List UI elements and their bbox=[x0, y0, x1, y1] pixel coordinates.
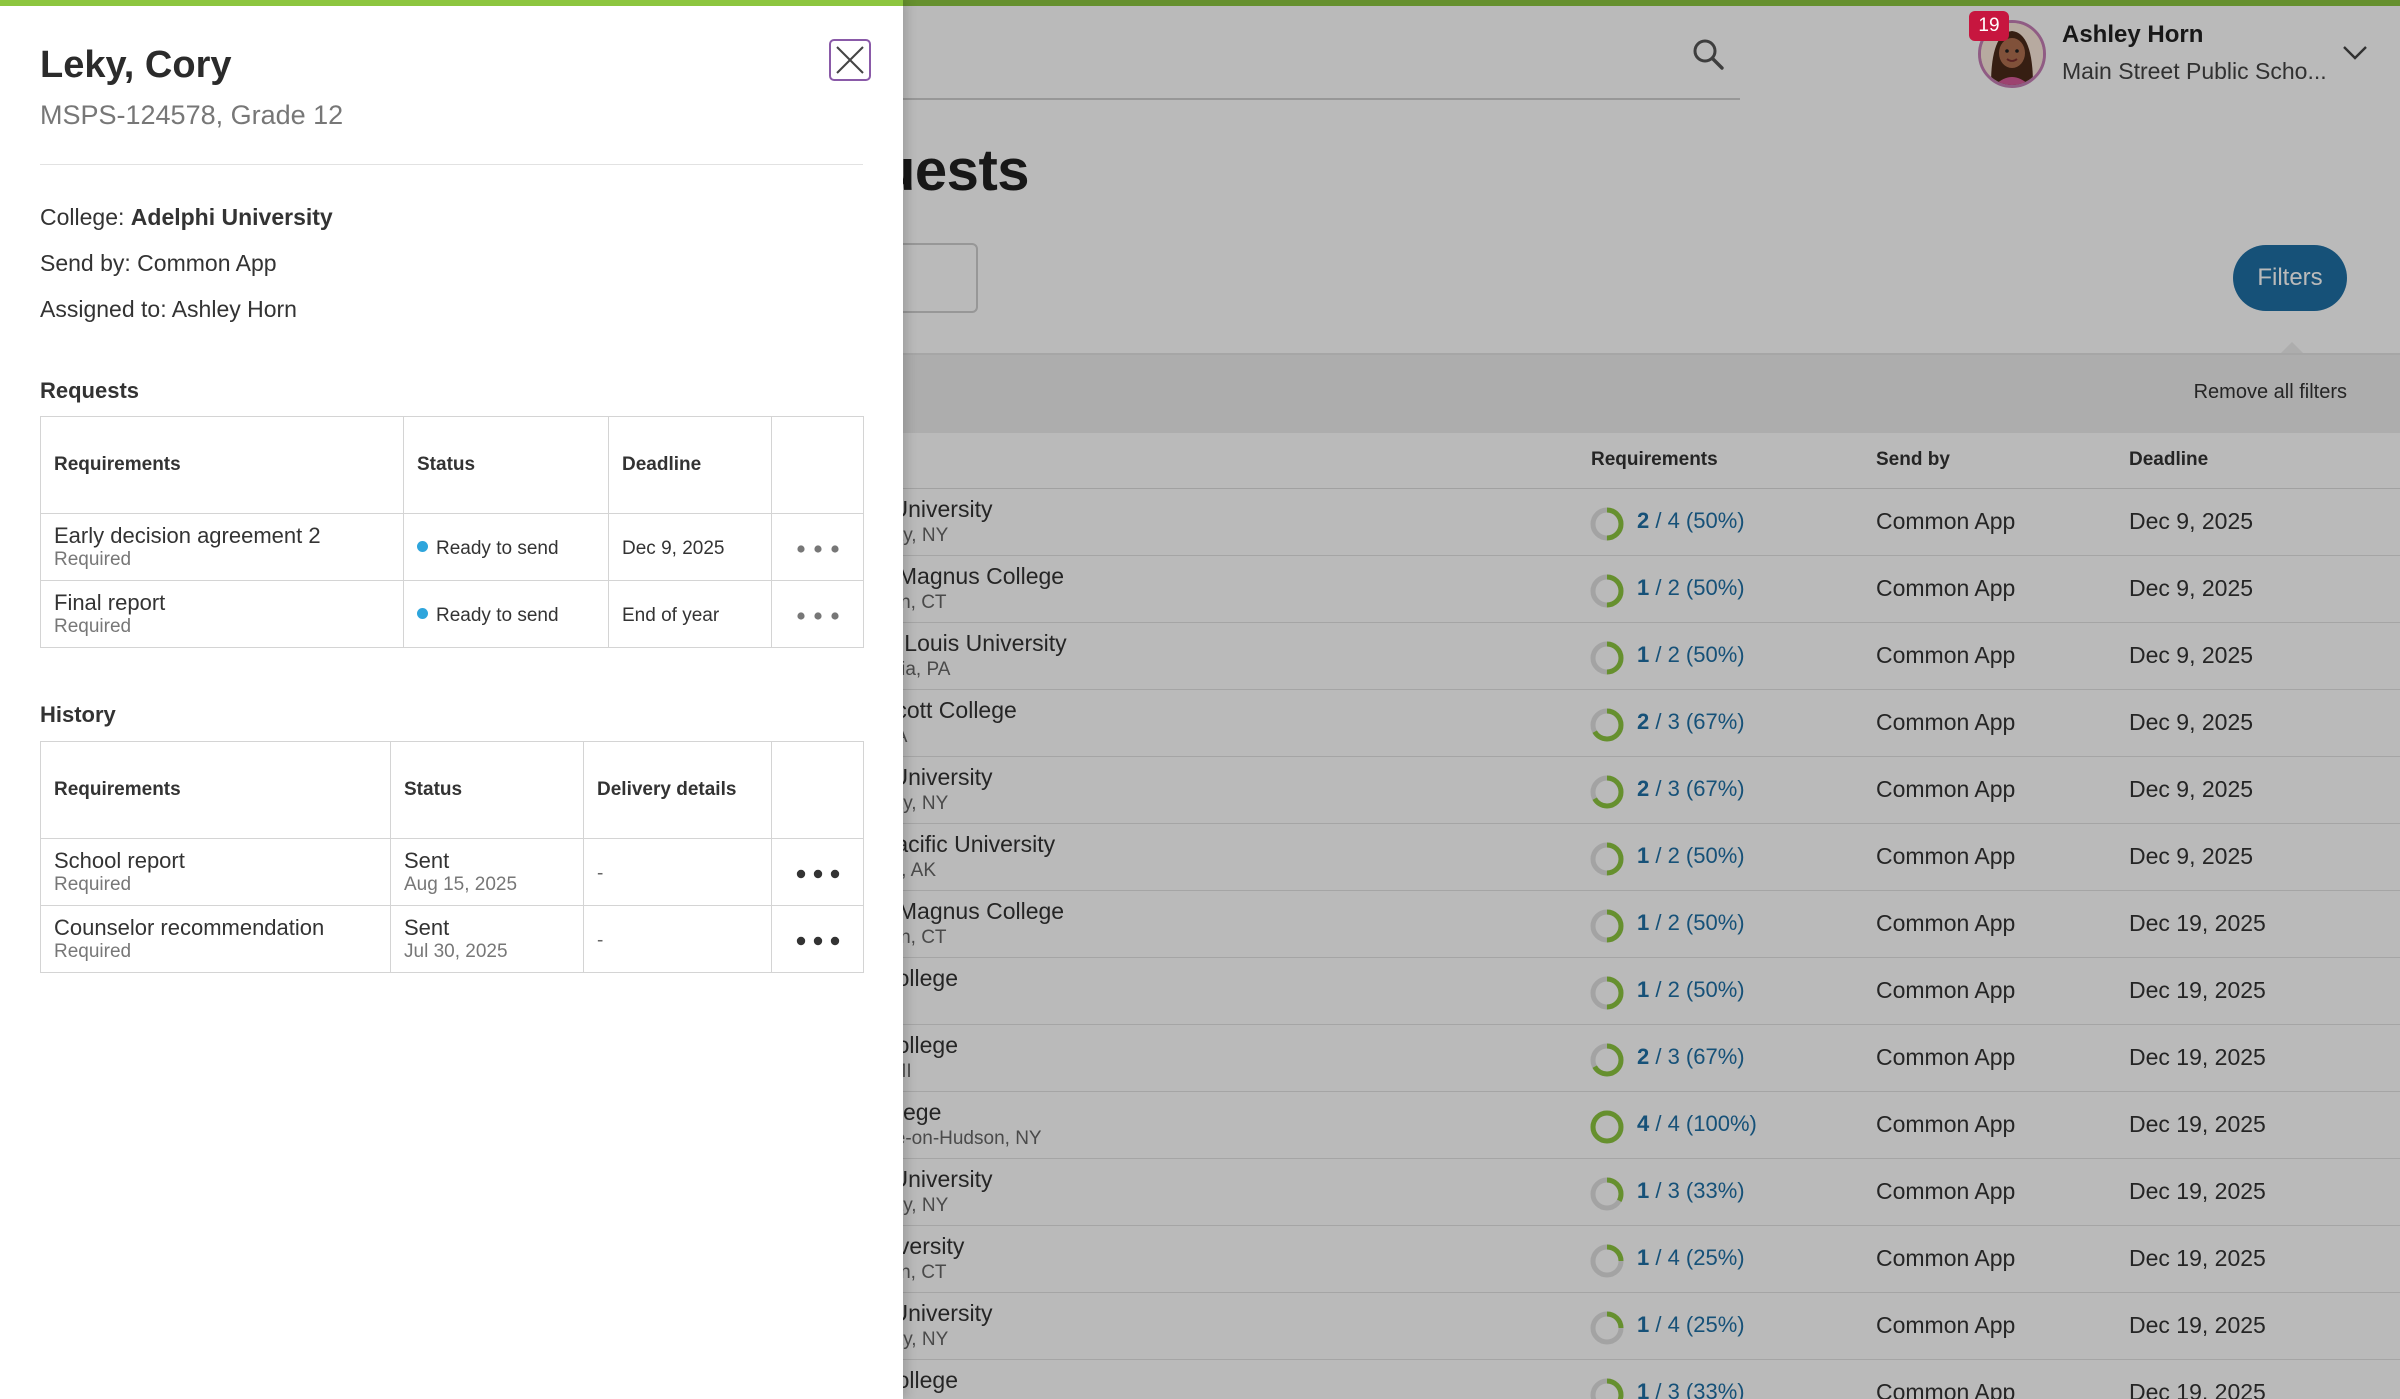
student-detail-drawer: Leky, Cory MSPS-124578, Grade 12 College… bbox=[0, 0, 903, 1399]
request-actions-cell bbox=[771, 580, 864, 648]
request-requirement-cell: Early decision agreement 2 Required bbox=[40, 513, 404, 581]
more-options-icon bbox=[796, 545, 839, 553]
history-delivery-cell: - bbox=[583, 905, 772, 973]
status-text: Ready to send bbox=[436, 538, 559, 559]
status-dot-icon bbox=[417, 607, 428, 619]
delivery-details: - bbox=[597, 863, 604, 884]
history-header-delivery: Delivery details bbox=[583, 741, 772, 839]
notification-badge[interactable]: 19 bbox=[1969, 11, 2009, 41]
more-options-icon bbox=[796, 936, 839, 946]
college-label: College: bbox=[40, 204, 131, 230]
history-status-cell: Sent Aug 15, 2025 bbox=[390, 838, 584, 906]
request-requirement-cell: Final report Required bbox=[40, 580, 404, 648]
divider bbox=[40, 164, 863, 165]
send-by-line: Send by: Common App bbox=[40, 250, 277, 276]
student-id-grade: MSPS-124578, Grade 12 bbox=[40, 100, 344, 130]
request-status-cell: Ready to send bbox=[403, 580, 609, 648]
deadline-text: End of year bbox=[622, 605, 720, 626]
more-options-button[interactable] bbox=[785, 859, 850, 885]
more-options-button[interactable] bbox=[785, 601, 850, 627]
college-line: College: Adelphi University bbox=[40, 204, 333, 231]
requirement-name: School report bbox=[54, 848, 185, 873]
requirement-flag: Required bbox=[54, 549, 132, 570]
requests-header-deadline: Deadline bbox=[608, 416, 772, 514]
history-row: Counselor recommendation Required Sent Jul … bbox=[40, 905, 864, 973]
request-status-cell: Ready to send bbox=[403, 513, 609, 581]
request-deadline-cell: Dec 9, 2025 bbox=[608, 513, 772, 581]
status-date: Jul 30, 2025 bbox=[404, 941, 508, 962]
status-dot-icon bbox=[417, 540, 428, 552]
history-requirement-cell: School report Required bbox=[40, 838, 391, 906]
requests-header-requirements: Requirements bbox=[40, 416, 404, 514]
history-requirement-cell: Counselor recommendation Required bbox=[40, 905, 391, 973]
requests-section-title: Requests bbox=[40, 378, 140, 403]
requests-table: Requirements Status Deadline Early decis… bbox=[40, 416, 864, 648]
history-header-requirements: Requirements bbox=[40, 741, 391, 839]
requirement-flag: Required bbox=[54, 941, 132, 962]
history-actions-cell bbox=[771, 905, 864, 973]
status-text: Sent bbox=[404, 915, 450, 940]
close-icon bbox=[836, 46, 864, 74]
request-actions-cell bbox=[771, 513, 864, 581]
history-section-title: History bbox=[40, 702, 116, 727]
requirement-name: Early decision agreement 2 bbox=[54, 523, 321, 548]
request-row: Early decision agreement 2 Required Ready … bbox=[40, 513, 864, 581]
more-options-icon bbox=[796, 612, 839, 620]
requests-header-status: Status bbox=[403, 416, 609, 514]
college-value: Adelphi University bbox=[130, 204, 333, 230]
deadline-text: Dec 9, 2025 bbox=[622, 538, 725, 559]
history-actions-cell bbox=[771, 838, 864, 906]
requirement-flag: Required bbox=[54, 616, 132, 637]
history-status-cell: Sent Jul 30, 2025 bbox=[390, 905, 584, 973]
close-button[interactable] bbox=[829, 39, 871, 81]
more-options-button[interactable] bbox=[785, 534, 850, 560]
history-header-status: Status bbox=[390, 741, 584, 839]
more-options-icon bbox=[796, 869, 839, 879]
status-text: Sent bbox=[404, 848, 450, 873]
requests-header-actions bbox=[771, 416, 864, 514]
request-deadline-cell: End of year bbox=[608, 580, 772, 648]
requirement-name: Counselor recommendation bbox=[54, 915, 325, 940]
requirement-flag: Required bbox=[54, 874, 132, 895]
status-date: Aug 15, 2025 bbox=[404, 874, 518, 895]
student-name: Leky, Cory bbox=[40, 44, 232, 86]
requirement-name: Final report bbox=[54, 590, 166, 615]
more-options-button[interactable] bbox=[785, 926, 850, 952]
history-table: Requirements Status Delivery details Sch… bbox=[40, 741, 864, 973]
history-row: School report Required Sent Aug 15, 2025- bbox=[40, 838, 864, 906]
status-text: Ready to send bbox=[436, 605, 559, 626]
history-header-actions bbox=[771, 741, 864, 839]
delivery-details: - bbox=[597, 930, 604, 951]
assigned-to-line: Assigned to: Ashley Horn bbox=[40, 296, 297, 322]
request-row: Final report Required Ready to send End of … bbox=[40, 580, 864, 648]
history-delivery-cell: - bbox=[583, 838, 772, 906]
